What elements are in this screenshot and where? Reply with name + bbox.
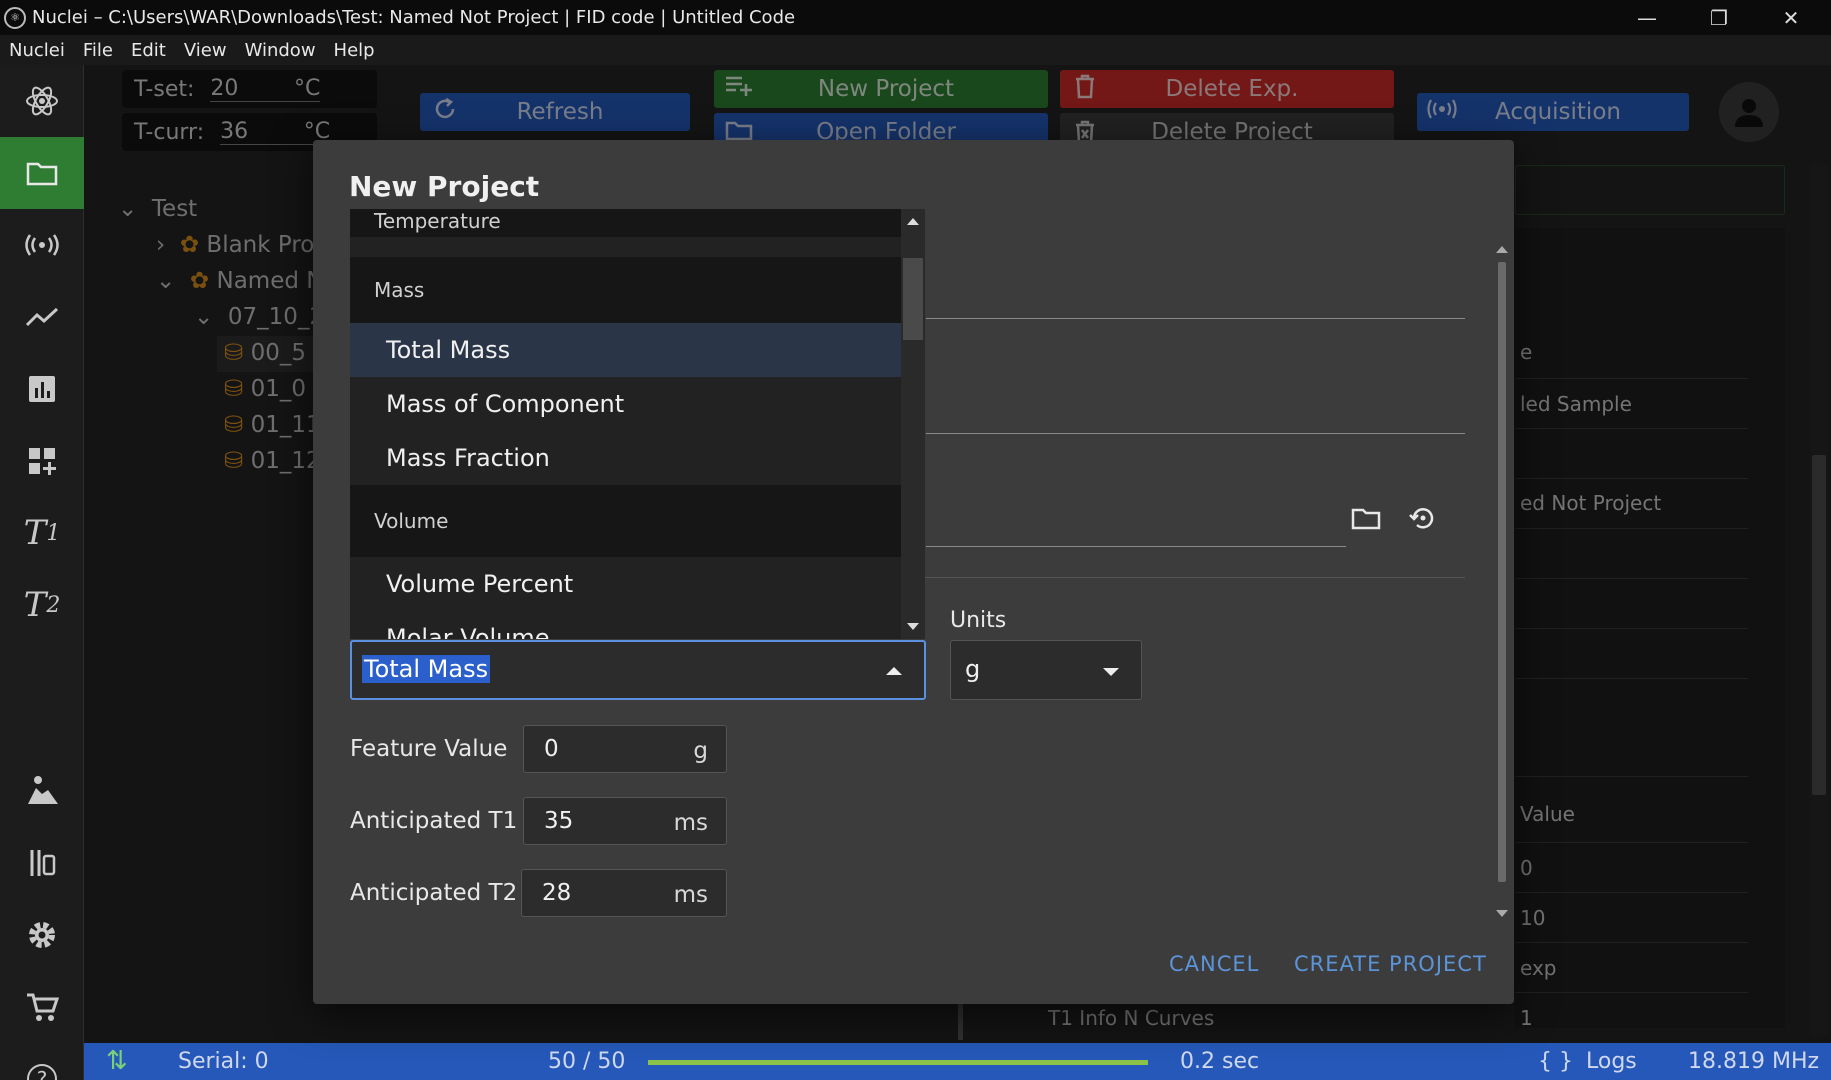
dashboard-add-icon[interactable] [0,425,84,497]
menu-view[interactable]: View [184,40,227,61]
person-sample-icon[interactable] [0,755,84,827]
app-logo-icon: ⚛ [4,6,26,29]
dropdown-group-mass: Mass [350,257,901,323]
anticipated-t2-label: Anticipated T2 [350,880,518,906]
browse-folder-icon[interactable] [1346,500,1386,536]
gear-icon[interactable] [0,899,84,971]
feature-select[interactable]: Total Mass [350,640,926,700]
units-label: Units [950,608,1007,633]
t2-icon[interactable]: T2 [0,569,84,641]
status-bar: ⇅ Serial: 0 50 / 50 0.2 sec { } Logs 18.… [84,1043,1831,1080]
feature-value-input[interactable]: 0 g [523,725,727,773]
dialog-scrollbar[interactable] [1493,242,1511,922]
name-field-underline[interactable] [926,318,1465,319]
dropdown-group-volume: Volume [350,485,901,557]
atom-icon[interactable] [0,65,84,137]
caret-down-icon [1103,668,1119,676]
restore-button[interactable]: ❐ [1684,0,1754,35]
dropdown-item-total-mass[interactable]: Total Mass [350,323,901,377]
anticipated-t1-label: Anticipated T1 [350,808,518,834]
restore-path-icon[interactable] [1403,498,1443,538]
dropdown-item-molar-volume[interactable]: Molar Volume [350,611,901,639]
feature-select-value: Total Mass [362,655,491,683]
anticipated-t2-input[interactable]: 28 ms [521,869,727,917]
title-bar: ⚛ Nuclei – C:\Users\WAR\Downloads\Test: … [0,0,1831,35]
t1-icon[interactable]: T1 [0,497,84,569]
time-status: 0.2 sec [1180,1049,1260,1074]
window-title: Nuclei – C:\Users\WAR\Downloads\Test: Na… [32,7,796,28]
logs-icon[interactable]: { } [1538,1049,1573,1074]
minimize-button[interactable]: — [1612,0,1682,35]
sidebar: T1 T2 ? [0,65,84,1080]
caret-up-icon [886,667,902,675]
line-chart-icon[interactable] [0,281,84,353]
cancel-button[interactable]: CANCEL [1169,952,1259,976]
bar-chart-icon[interactable] [0,353,84,425]
menu-file[interactable]: File [83,40,113,61]
close-button[interactable]: ✕ [1756,0,1826,35]
progress-fill [648,1060,1148,1065]
tools-icon[interactable] [0,827,84,899]
progress-bar [648,1060,1148,1065]
menu-help[interactable]: Help [334,40,375,61]
help-icon[interactable]: ? [0,1043,84,1080]
cart-icon[interactable] [0,971,84,1043]
units-select[interactable]: g [950,640,1142,700]
dropdown-group-temperature: Temperature [350,209,901,237]
dropdown-item-mass-fraction[interactable]: Mass Fraction [350,431,901,485]
dropdown-item-volume-percent[interactable]: Volume Percent [350,557,901,611]
feature-dropdown-list[interactable]: Temperature Mass Total Mass Mass of Comp… [350,209,901,639]
broadcast-icon[interactable] [0,209,84,281]
logs-button[interactable]: Logs [1586,1049,1637,1074]
menu-bar: Nuclei File Edit View Window Help [0,35,1831,65]
sync-arrows-icon: ⇅ [106,1046,128,1076]
menu-edit[interactable]: Edit [131,40,166,61]
dropdown-scroll-thumb[interactable] [903,258,923,340]
create-project-button[interactable]: CREATE PROJECT [1294,952,1487,976]
path-field-underline[interactable] [926,546,1346,547]
dialog-title: New Project [349,170,540,203]
menu-nuclei[interactable]: Nuclei [9,40,65,61]
frequency-status: 18.819 MHz [1688,1049,1820,1074]
dropdown-item-mass-of-component[interactable]: Mass of Component [350,377,901,431]
units-select-value: g [965,655,981,683]
folder-icon[interactable] [0,137,84,209]
feature-value-label: Feature Value [350,736,508,762]
progress-text: 50 / 50 [548,1049,626,1074]
anticipated-t1-input[interactable]: 35 ms [523,797,727,845]
description-field-underline[interactable] [926,433,1465,434]
menu-window[interactable]: Window [245,40,316,61]
serial-status: Serial: 0 [178,1049,269,1074]
